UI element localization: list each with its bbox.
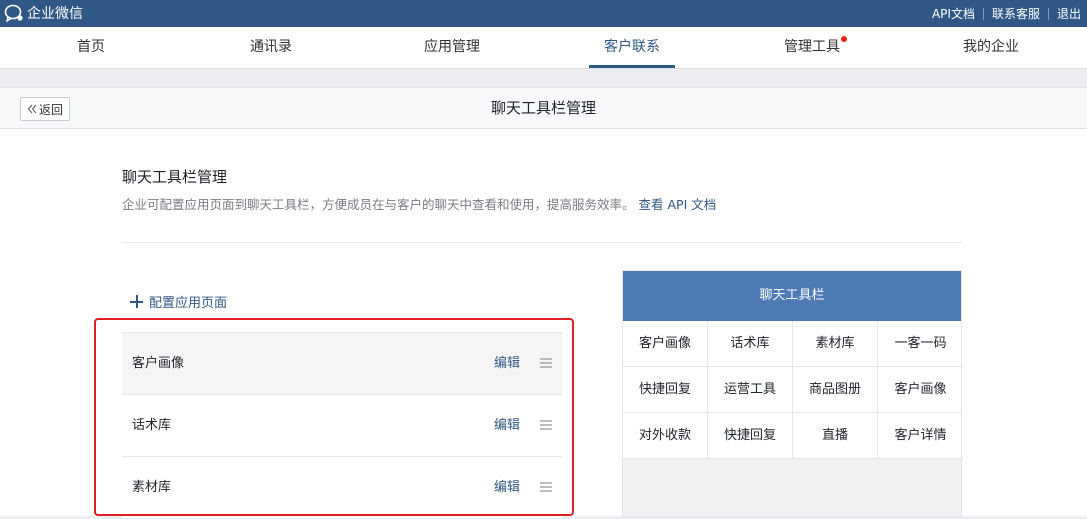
- back-button-label: 返回: [38, 102, 63, 117]
- drag-handle-icon[interactable]: [540, 358, 552, 368]
- notification-dot: [841, 36, 847, 42]
- double-chevron-left-icon: [27, 104, 37, 114]
- main-panel: 聊天工具栏管理 返回 聊天工具栏管理 企业可配置应用页面到聊天工具栏，方便成员在…: [0, 87, 1087, 518]
- section-title: 聊天工具栏管理: [122, 168, 228, 186]
- edit-button[interactable]: 编辑: [494, 333, 520, 395]
- preview-item[interactable]: 直播: [793, 413, 878, 459]
- list-item-label: 话术库: [132, 418, 172, 433]
- active-tab-indicator: [589, 65, 675, 68]
- topbar-links: API文档 联系客服 退出: [932, 0, 1081, 27]
- preview-item[interactable]: 对外收款: [623, 413, 708, 459]
- nav-home[interactable]: 首页: [77, 27, 105, 68]
- preview-item[interactable]: 话术库: [708, 321, 793, 367]
- main-nav: 首页 通讯录 应用管理 客户联系 管理工具 我的企业: [0, 27, 1087, 69]
- nav-management-tools[interactable]: 管理工具: [784, 27, 840, 68]
- nav-my-enterprise[interactable]: 我的企业: [963, 27, 1019, 68]
- preview-item[interactable]: 客户画像: [623, 321, 708, 367]
- nav-contacts[interactable]: 通讯录: [250, 27, 292, 68]
- list-item[interactable]: 素材库 编辑: [122, 456, 562, 518]
- edit-button[interactable]: 编辑: [494, 457, 520, 519]
- back-button[interactable]: 返回: [20, 97, 70, 121]
- brand-logo[interactable]: 企业微信: [4, 3, 83, 23]
- preview-grid: 客户画像 话术库 素材库 一客一码 快捷回复 运营工具 商品图册 客户画像 对外…: [623, 321, 963, 459]
- preview-item[interactable]: 快捷回复: [708, 413, 793, 459]
- nav-customer-contact[interactable]: 客户联系: [604, 27, 660, 68]
- edit-button[interactable]: 编辑: [494, 395, 520, 457]
- list-item[interactable]: 话术库 编辑: [122, 394, 562, 456]
- wecom-logo-icon: [4, 4, 23, 22]
- preview-title: 聊天工具栏: [623, 271, 961, 321]
- api-docs-link[interactable]: API文档: [932, 5, 975, 22]
- contact-support-link[interactable]: 联系客服: [992, 5, 1040, 22]
- divider: [1047, 7, 1049, 20]
- logout-link[interactable]: 退出: [1057, 5, 1081, 22]
- drag-handle-icon[interactable]: [540, 482, 552, 492]
- toolbar-page-list: 客户画像 编辑 话术库 编辑 素材库 编辑: [122, 332, 562, 518]
- list-item-label: 素材库: [132, 480, 172, 495]
- toolbar-preview: 聊天工具栏 客户画像 话术库 素材库 一客一码 快捷回复 运营工具 商品图册 客…: [622, 270, 963, 517]
- section-divider: [122, 242, 962, 243]
- brand-name: 企业微信: [27, 6, 83, 22]
- add-app-page-label: 配置应用页面: [149, 296, 228, 311]
- panel-header: 聊天工具栏管理 返回: [0, 88, 1087, 129]
- description-text: 企业可配置应用页面到聊天工具栏，方便成员在与客户的聊天中查看和使用，提高服务效率…: [122, 197, 635, 212]
- section-description: 企业可配置应用页面到聊天工具栏，方便成员在与客户的聊天中查看和使用，提高服务效率…: [122, 194, 716, 213]
- plus-icon: [130, 295, 143, 308]
- list-item-label: 客户画像: [132, 356, 185, 371]
- preview-item[interactable]: 素材库: [793, 321, 878, 367]
- nav-app-management[interactable]: 应用管理: [424, 27, 480, 68]
- preview-item[interactable]: 商品图册: [793, 367, 878, 413]
- preview-item[interactable]: 运营工具: [708, 367, 793, 413]
- api-docs-inline-link[interactable]: 查看 API 文档: [639, 197, 717, 212]
- list-item[interactable]: 客户画像 编辑: [122, 332, 562, 394]
- drag-handle-icon[interactable]: [540, 420, 552, 430]
- divider: [982, 7, 984, 20]
- preview-item[interactable]: 快捷回复: [623, 367, 708, 413]
- preview-item[interactable]: 客户详情: [878, 413, 963, 459]
- add-app-page-button[interactable]: 配置应用页面: [130, 292, 227, 311]
- preview-item[interactable]: 客户画像: [878, 367, 963, 413]
- page-title: 聊天工具栏管理: [490, 99, 596, 117]
- preview-item[interactable]: 一客一码: [878, 321, 963, 367]
- top-bar: 企业微信 API文档 联系客服 退出: [0, 0, 1087, 27]
